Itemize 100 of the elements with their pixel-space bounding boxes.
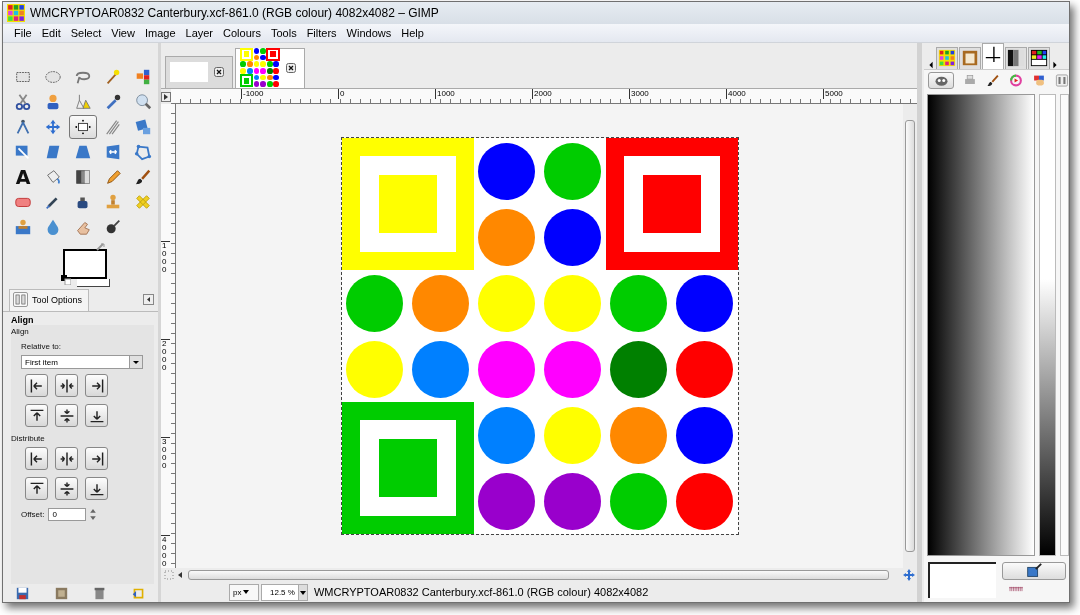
compass-icon bbox=[14, 118, 32, 136]
ruler-label: 5000 bbox=[823, 89, 920, 99]
cage-icon bbox=[134, 143, 152, 161]
align-icon bbox=[74, 118, 92, 136]
scale-icon bbox=[14, 143, 32, 161]
menu-item[interactable]: View bbox=[106, 27, 140, 39]
magnifier-icon bbox=[134, 93, 152, 111]
clipboard-icon bbox=[961, 49, 979, 67]
foreground-color-swatch[interactable] bbox=[63, 249, 107, 279]
tool-options-icon bbox=[13, 292, 28, 307]
menu-item[interactable]: Help bbox=[396, 27, 429, 39]
distribute-label: Distribute bbox=[11, 434, 46, 443]
distribute-center-button[interactable] bbox=[55, 447, 78, 470]
gradient-icon bbox=[74, 168, 92, 186]
align-center-button[interactable] bbox=[55, 374, 78, 397]
align-middle-button[interactable] bbox=[55, 404, 78, 427]
distribute-middle-button[interactable] bbox=[55, 477, 78, 500]
ruler-label: 3000 bbox=[629, 89, 726, 99]
menu-item[interactable]: Windows bbox=[341, 27, 397, 39]
menu-item[interactable]: Select bbox=[65, 27, 107, 39]
paintbrush-icon bbox=[986, 72, 1001, 88]
status-text: WMCRYPTOAR0832 Canterbury.xcf-861.0 (RGB colour) 4082x4082 bbox=[313, 586, 649, 598]
pen-path-icon bbox=[74, 93, 92, 111]
blank-thumbnail bbox=[170, 61, 208, 82]
zoom-dropdown[interactable]: 12.5 % bbox=[261, 583, 308, 601]
restore-icon bbox=[54, 586, 68, 600]
scissors-icon bbox=[14, 93, 32, 111]
distribute-left-icon bbox=[28, 450, 45, 467]
relative-to-dropdown[interactable]: First item bbox=[21, 355, 143, 369]
save-icon bbox=[15, 586, 29, 600]
eyedropper-icon bbox=[104, 93, 122, 111]
edit-picture-icon bbox=[1025, 562, 1043, 580]
color-wheel-icon bbox=[1009, 72, 1024, 88]
default-colors-icon bbox=[61, 275, 71, 285]
color-swatch[interactable] bbox=[928, 562, 996, 598]
menu-item[interactable]: File bbox=[9, 27, 37, 39]
distribute-bottom-button[interactable] bbox=[85, 477, 108, 500]
distribute-left-button[interactable] bbox=[25, 447, 48, 470]
ruler-label: 0 bbox=[338, 89, 435, 99]
align-bottom-button[interactable] bbox=[85, 404, 108, 427]
align-middle-icon bbox=[58, 407, 75, 424]
menu-item[interactable]: Colours bbox=[218, 27, 266, 39]
rotate-layer-icon bbox=[134, 118, 152, 136]
menu-item[interactable]: Edit bbox=[36, 27, 66, 39]
ruler-label: 2000 bbox=[532, 89, 629, 99]
unit-dropdown[interactable]: px bbox=[229, 583, 259, 601]
dock-tab[interactable] bbox=[982, 43, 1004, 69]
app-icon bbox=[7, 4, 25, 22]
ruler-label: 1000 bbox=[161, 241, 170, 339]
dotted-square-icon bbox=[163, 570, 174, 580]
trash-icon bbox=[93, 586, 107, 600]
scroll-left-icon bbox=[176, 571, 184, 579]
distribute-top-icon bbox=[28, 480, 45, 497]
align-left-button[interactable] bbox=[25, 374, 48, 397]
distribute-top-button[interactable] bbox=[25, 477, 48, 500]
dashed-ellipse-icon bbox=[44, 68, 62, 86]
align-top-button[interactable] bbox=[25, 404, 48, 427]
align-center-icon bbox=[58, 377, 75, 394]
burn-tool-icon bbox=[104, 218, 122, 236]
reset-icon bbox=[132, 586, 146, 600]
distribute-right-button[interactable] bbox=[85, 447, 108, 470]
canvas[interactable] bbox=[176, 104, 903, 568]
corner-lines-icon bbox=[984, 45, 1002, 63]
ruler-label: 1000 bbox=[435, 89, 532, 99]
menu-item[interactable]: Layer bbox=[180, 27, 219, 39]
dock-tab[interactable] bbox=[1028, 47, 1050, 69]
swap-arrows-icon bbox=[95, 242, 105, 252]
bandage-icon bbox=[134, 193, 152, 211]
magic-wand-icon bbox=[104, 68, 122, 86]
close-icon bbox=[285, 62, 296, 73]
panel-menu-icon bbox=[143, 294, 154, 305]
ruler-label: -1000 bbox=[241, 89, 338, 99]
options-title: Align bbox=[11, 315, 35, 325]
bucket-icon bbox=[44, 168, 62, 186]
brushes-button[interactable] bbox=[928, 71, 955, 89]
color-grid-icon bbox=[938, 49, 956, 67]
ruler-label: 2000 bbox=[161, 339, 170, 437]
tool-options-tab[interactable]: Tool Options bbox=[9, 289, 90, 311]
thumb-square bbox=[240, 47, 254, 61]
edit-button[interactable] bbox=[1002, 562, 1066, 580]
background-color-swatch[interactable] bbox=[77, 279, 110, 287]
menu-item[interactable]: Filters bbox=[301, 27, 342, 39]
ruler-label: 4000 bbox=[161, 535, 170, 615]
align-left-icon bbox=[28, 377, 45, 394]
dock-tab[interactable] bbox=[1005, 47, 1027, 69]
flip-icon bbox=[104, 143, 122, 161]
navigate-icon bbox=[903, 569, 915, 581]
tool-button[interactable]: A bbox=[9, 165, 37, 189]
menu-item[interactable]: Image bbox=[139, 27, 181, 39]
dock-scrollbar[interactable] bbox=[1059, 94, 1069, 556]
hatch-icon bbox=[1008, 586, 1024, 592]
tool-button[interactable] bbox=[69, 115, 97, 139]
align-right-button[interactable] bbox=[85, 374, 108, 397]
distribute-middle-icon bbox=[58, 480, 75, 497]
gradient-preview[interactable] bbox=[927, 94, 1035, 556]
paintbrush-icon bbox=[134, 168, 152, 186]
spin-arrows-icon bbox=[90, 508, 97, 521]
menu-item[interactable]: Tools bbox=[265, 27, 302, 39]
image-tab[interactable] bbox=[235, 48, 305, 88]
offset-field[interactable]: 0 bbox=[48, 508, 87, 521]
